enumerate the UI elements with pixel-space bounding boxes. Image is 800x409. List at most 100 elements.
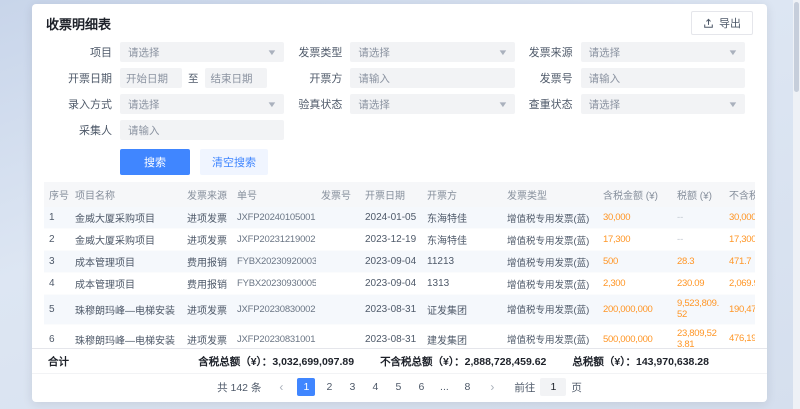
filter-form: 项目 请选择 ▼ 发票类型 请选择 ▼ 发票来源 请选择 ▼ [32,39,767,182]
page-number[interactable]: 6 [412,378,430,396]
dup-check-status-select[interactable]: 请选择 ▼ [581,94,745,114]
pagination-total: 共 142 条 [217,380,261,395]
entry-method-select[interactable]: 请选择 ▼ [120,94,284,114]
cell-tax-amount: 230.09 [672,273,724,295]
project-select[interactable]: 请选择 ▼ [120,42,284,62]
chevron-down-icon: ▼ [497,48,508,57]
summary-total-label: 不含税总额（¥）： [380,356,465,368]
pagination-bar: 共 142 条 ‹ 1 2 3 4 5 6 ... 8 › 前往 1 [32,373,767,402]
filter-invoice-source: 发票来源 请选择 ▼ [515,42,745,62]
cell-invoice-date: 2023-12-19 [360,229,422,251]
prev-page-icon[interactable]: ‹ [272,378,290,396]
cell-invoice-source: 进项发票 [182,229,232,251]
cell-tax-amount: 28.3 [672,251,724,273]
cell-amount-incl-tax: 30,000 [598,207,672,229]
issuer-input[interactable]: 请输入 [350,68,514,88]
table-row[interactable]: 6 珠穆朗玛峰—电梯安装 进项发票 JXFP20230831001 2023-0… [44,324,755,348]
summary-total-item: 含税总额（¥）：3,032,699,097.89 [198,354,354,369]
cell-amount-excl-tax: 30,000 [724,207,755,229]
scrollbar-thumb[interactable] [794,2,799,92]
chevron-down-icon: ▼ [267,48,278,57]
table-row[interactable]: 5 珠穆朗玛峰—电梯安装 进项发票 JXFP20230830002 2023-0… [44,295,755,325]
collector-placeholder: 请输入 [128,123,160,138]
filter-invoice-date-label: 开票日期 [54,70,112,86]
table-row[interactable]: 1 金威大厦采购项目 进项发票 JXFP20240105001 2024-01-… [44,207,755,229]
summary-total-item: 总税额（¥）：143,970,638.28 [572,354,709,369]
summary-total-label: 总税额（¥）： [572,356,636,368]
verify-status-placeholder: 请选择 [358,97,390,112]
page-number[interactable]: 2 [320,378,338,396]
cell-invoice-no [316,251,360,273]
cell-invoice-type: 增值税专用发票(蓝) [502,295,598,325]
filter-invoice-no-label: 发票号 [515,70,573,86]
cell-invoice-type: 增值税专用发票(蓝) [502,251,598,273]
column-header: 发票号 [316,182,360,207]
chevron-down-icon: ▼ [727,48,738,57]
dup-check-status-placeholder: 请选择 [589,97,621,112]
filter-entry-method-label: 录入方式 [54,96,112,112]
table-row[interactable]: 3 成本管理项目 费用报销 FYBX20230920003 2023-09-04… [44,251,755,273]
cell-order-no: JXFP20230830002 [232,295,316,325]
cell-seq: 1 [44,207,70,229]
page-number[interactable]: 4 [366,378,384,396]
page-title: 收票明细表 [46,14,111,33]
cell-invoice-type: 增值税专用发票(蓝) [502,207,598,229]
collector-input[interactable]: 请输入 [120,120,284,140]
page-jump-input[interactable]: 1 [540,378,566,396]
cell-invoice-source: 进项发票 [182,295,232,325]
clear-search-button[interactable]: 清空搜索 [200,149,268,175]
page-number[interactable]: ... [435,378,453,396]
summary-total-value: 3,032,699,097.89 [272,356,354,368]
table-row[interactable]: 4 成本管理项目 费用报销 FYBX20230930005 2023-09-04… [44,273,755,295]
search-button[interactable]: 搜索 [120,149,190,175]
cell-amount-excl-tax: 190,476,190.48 [724,295,755,325]
cell-invoice-date: 2023-09-04 [360,273,422,295]
cell-issuer: 证发集团 [422,295,502,325]
next-page-icon[interactable]: › [483,378,501,396]
page-jump-label: 前往 [514,380,535,395]
cell-order-no: JXFP20240105001 [232,207,316,229]
cell-tax-amount: 23,809,523.81 [672,324,724,348]
filter-verify-status-label: 验真状态 [284,96,342,112]
invoice-no-input[interactable]: 请输入 [581,68,745,88]
cell-tax-amount: -- [672,207,724,229]
cell-issuer: 东海特佳 [422,207,502,229]
export-label: 导出 [719,15,741,31]
page-number[interactable]: 5 [389,378,407,396]
filter-verify-status: 验真状态 请选择 ▼ [284,94,514,114]
column-header: 发票来源 [182,182,232,207]
filter-dup-check-status-label: 查重状态 [515,96,573,112]
cell-project-name: 金威大厦采购项目 [70,207,182,229]
invoice-no-placeholder: 请输入 [589,71,621,86]
page-number[interactable]: 8 [458,378,476,396]
export-button[interactable]: 导出 [691,11,753,35]
page-number[interactable]: 3 [343,378,361,396]
summary-total-item: 不含税总额（¥）：2,888,728,459.62 [380,354,546,369]
project-select-placeholder: 请选择 [128,45,160,60]
cell-tax-amount: -- [672,229,724,251]
cell-issuer: 东海特佳 [422,229,502,251]
date-start-input[interactable]: 开始日期 [120,68,182,88]
invoice-source-select[interactable]: 请选择 ▼ [581,42,745,62]
cell-amount-incl-tax: 500,000,000 [598,324,672,348]
cell-seq: 2 [44,229,70,251]
invoice-table: 序号 项目名称 发票来源 单号 发票号 开票日期 开票方 发票类型 [44,182,755,348]
window-scrollbar[interactable] [793,0,800,409]
page-number[interactable]: 1 [297,378,315,396]
date-end-placeholder: 结束日期 [211,71,253,86]
entry-method-placeholder: 请选择 [128,97,160,112]
verify-status-select[interactable]: 请选择 ▼ [350,94,514,114]
cell-seq: 3 [44,251,70,273]
table-row[interactable]: 2 金威大厦采购项目 进项发票 JXFP20231219002 2023-12-… [44,229,755,251]
cell-invoice-type: 增值税专用发票(蓝) [502,273,598,295]
column-header: 含税金额 (¥) [598,182,672,207]
cell-amount-incl-tax: 500 [598,251,672,273]
date-end-input[interactable]: 结束日期 [205,68,267,88]
cell-invoice-date: 2023-08-31 [360,295,422,325]
column-header: 单号 [232,182,316,207]
summary-total-value: 143,970,638.28 [636,356,709,368]
invoice-type-select[interactable]: 请选择 ▼ [350,42,514,62]
invoice-source-placeholder: 请选择 [589,45,621,60]
cell-order-no: FYBX20230920003 [232,251,316,273]
cell-project-name: 珠穆朗玛峰—电梯安装 [70,324,182,348]
